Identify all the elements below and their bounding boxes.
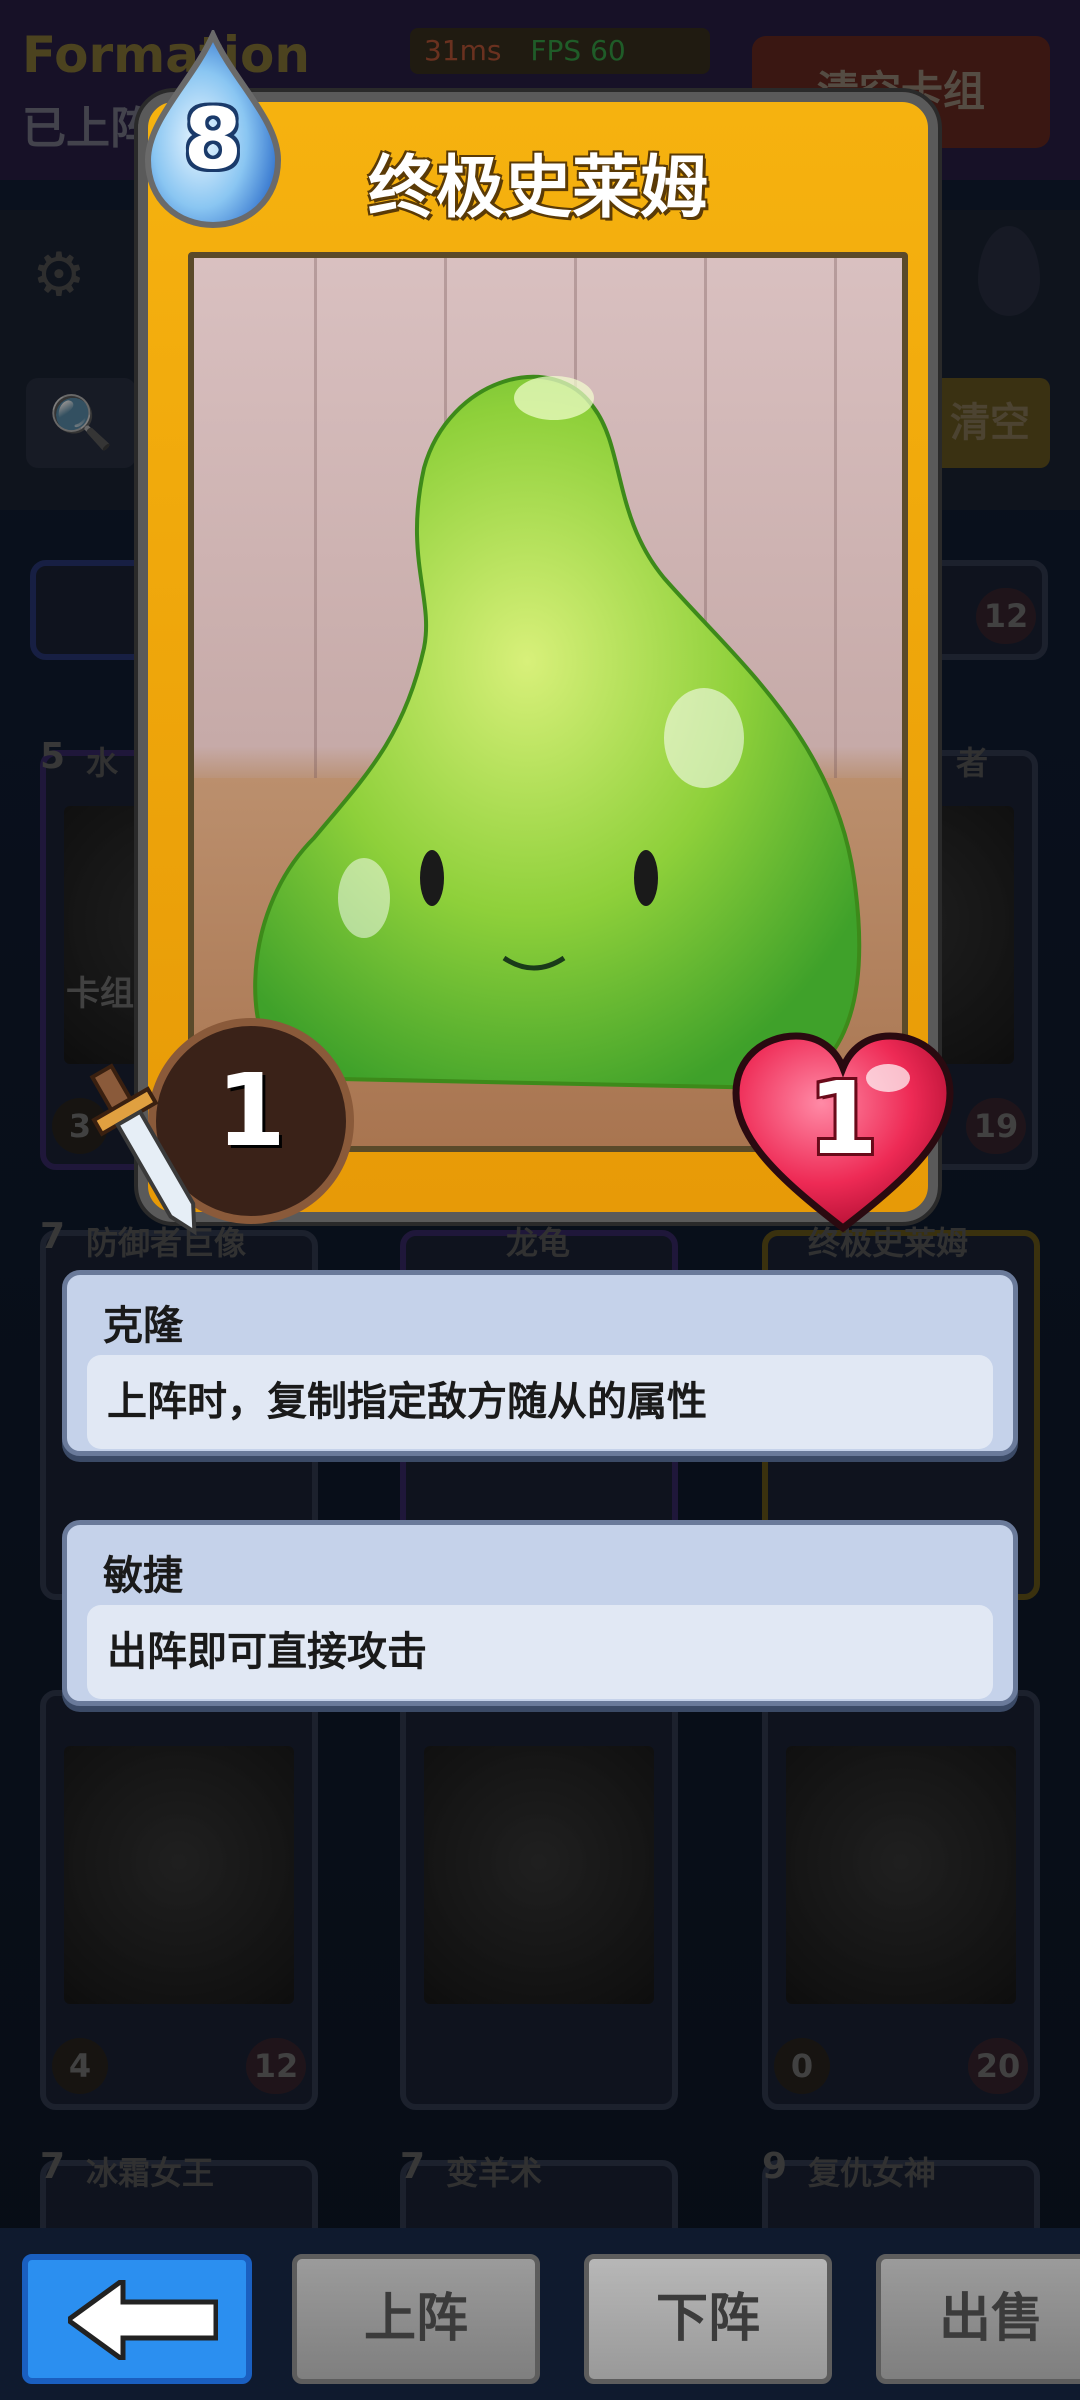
card-health: 19: [966, 1098, 1026, 1154]
ping-value: 31ms: [424, 34, 502, 67]
deploy-button[interactable]: 上阵: [292, 2254, 540, 2384]
card-cost: 7: [400, 2146, 426, 2187]
card-attack: 0: [774, 2038, 830, 2094]
card-slot[interactable]: [400, 1690, 678, 2110]
card-attack: 1: [216, 1052, 286, 1169]
withdraw-button[interactable]: 下阵: [584, 2254, 832, 2384]
skill-description: 出阵即可直接攻击: [87, 1605, 993, 1699]
sell-button[interactable]: 出售: [876, 2254, 1080, 2384]
fps-value: FPS 60: [530, 34, 626, 67]
card-art: [64, 1746, 294, 2004]
card-slot[interactable]: 0 20: [762, 1690, 1040, 2110]
deployed-label: 已上阵: [22, 103, 154, 154]
card-artwork: [188, 252, 908, 1152]
skill-panel-agility: 敏捷 出阵即可直接攻击: [62, 1520, 1018, 1706]
skill-name: 克隆: [103, 1303, 183, 1349]
card-cost: 9: [762, 2146, 788, 2187]
card-health: 1: [808, 1060, 878, 1177]
card-name: 者: [956, 744, 989, 782]
card-name: 变羊术: [446, 2154, 543, 2192]
clear-filter-button[interactable]: 清空: [930, 378, 1050, 468]
card-cost: 7: [40, 1216, 66, 1257]
card-health: 12: [976, 588, 1036, 644]
gear-icon[interactable]: ⚙: [32, 240, 86, 310]
card-attack: 4: [52, 2038, 108, 2094]
card-cost: 8: [183, 90, 243, 188]
back-button[interactable]: [22, 2254, 252, 2384]
card-health: 12: [246, 2038, 306, 2094]
arrow-left-icon: [68, 2280, 218, 2360]
card-art: [786, 1746, 1016, 2004]
card-name: 龙龟: [506, 1224, 571, 1262]
network-status: 31ms FPS 60: [410, 28, 710, 74]
card-art: [424, 1746, 654, 2004]
card-cost: 5: [40, 736, 66, 777]
card-slot[interactable]: 4 12: [40, 1690, 318, 2110]
game-screen: Formation 已上阵 31ms FPS 60 清空卡组 ⚙ 🔍 清空 12…: [0, 0, 1080, 2400]
skill-name: 敏捷: [103, 1553, 183, 1599]
card-name: 冰霜女王: [86, 2154, 215, 2192]
card-cost: 7: [40, 2146, 66, 2187]
deck-tag: 卡组: [66, 974, 134, 1014]
skill-description: 上阵时，复制指定敌方随从的属性: [87, 1355, 993, 1449]
card-name: 复仇女神: [808, 2154, 937, 2192]
skill-panel-clone: 克隆 上阵时，复制指定敌方随从的属性: [62, 1270, 1018, 1456]
card-health: 20: [968, 2038, 1028, 2094]
slime-illustration: [253, 374, 862, 1091]
search-icon[interactable]: 🔍: [26, 378, 136, 468]
card-name: 水: [86, 744, 119, 782]
